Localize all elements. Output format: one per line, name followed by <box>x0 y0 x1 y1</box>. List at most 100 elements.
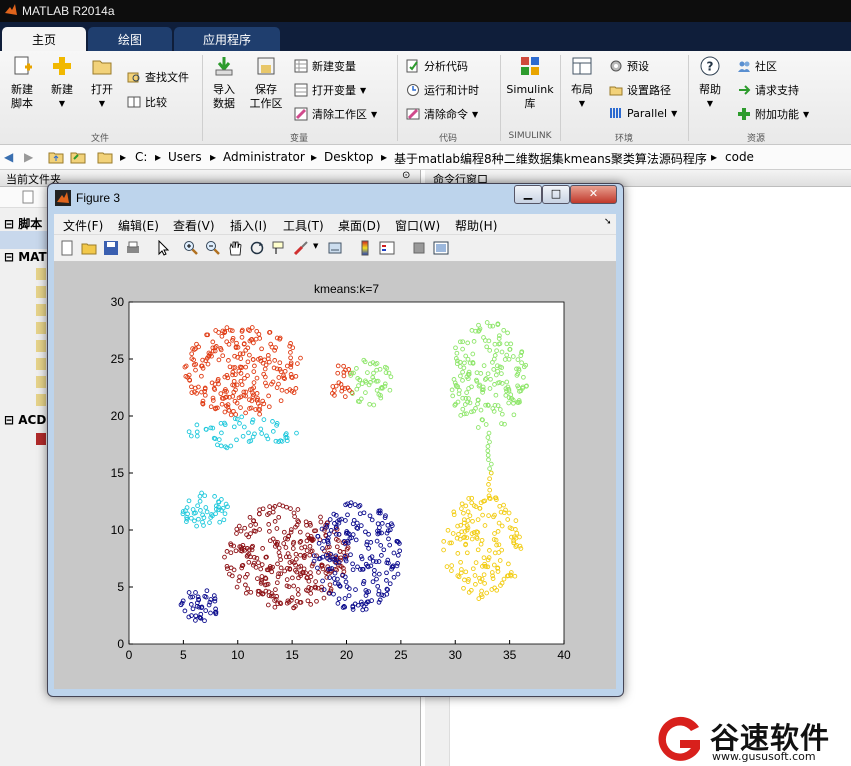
print-icon[interactable] <box>125 240 141 256</box>
menu-insert[interactable]: 插入(I) <box>230 217 267 234</box>
file-list-icons <box>36 268 46 408</box>
brush-icon[interactable] <box>293 240 309 256</box>
menu-desktop[interactable]: 桌面(D) <box>338 217 381 234</box>
open-variable-button[interactable]: 打开变量 ▼ <box>294 82 366 98</box>
new-script-icon <box>14 56 32 75</box>
tree-item-scripts[interactable]: ⊟ 脚本 <box>4 215 42 232</box>
open-button[interactable]: 打开 ▼ <box>84 55 120 111</box>
menu-tools[interactable]: 工具(T) <box>283 217 324 234</box>
x-tick-label: 30 <box>449 648 463 662</box>
menu-file[interactable]: 文件(F) <box>63 217 103 234</box>
brush-dropdown-icon[interactable]: ▼ <box>313 242 318 250</box>
section-resources-label: 资源 <box>746 134 765 144</box>
hide-tools-icon[interactable] <box>411 240 427 256</box>
forward-arrow-icon[interactable]: ▶ <box>24 150 33 164</box>
menu-edit[interactable]: 编辑(E) <box>118 217 159 234</box>
clear-commands-dropdown-icon[interactable]: ▼ <box>472 110 478 119</box>
back-arrow-icon[interactable]: ◀ <box>4 150 13 164</box>
close-button[interactable]: ✕ <box>570 185 617 204</box>
community-button[interactable]: 社区 <box>737 58 777 74</box>
matlab-figure-icon <box>55 190 71 206</box>
selected-row[interactable] <box>0 231 47 249</box>
breadcrumb-project-folder[interactable]: 基于matlab编程8种二维数据集kmeans聚类算法源码程序 <box>394 150 707 167</box>
section-environment-label: 环境 <box>614 134 633 144</box>
clear-workspace-dropdown-icon[interactable]: ▼ <box>371 110 377 119</box>
up-folder-icon[interactable] <box>48 149 64 165</box>
find-files-button[interactable]: 查找文件 <box>127 69 189 85</box>
scatter-plot[interactable]: kmeans:k=7 0 5 10 15 20 25 30 35 40 0 5 10 15 20 25 30 <box>54 262 616 689</box>
preferences-button[interactable]: 预设 <box>609 58 649 74</box>
new-variable-button[interactable]: 新建变量 <box>294 58 356 74</box>
help-button[interactable]: ? 帮助 ▼ <box>692 55 728 111</box>
minimize-button[interactable]: ▁ <box>514 185 542 204</box>
breadcrumb-users[interactable]: Users <box>168 150 202 164</box>
save-workspace-button[interactable]: 保存 工作区 <box>246 55 286 111</box>
new-figure-icon[interactable] <box>59 240 75 256</box>
simulink-library-button[interactable]: Simulink 库 <box>504 55 556 111</box>
dock-icon[interactable] <box>433 240 449 256</box>
zoom-out-icon[interactable] <box>205 240 221 256</box>
chart-title: kmeans:k=7 <box>314 282 379 296</box>
import-data-button[interactable]: 导入 数据 <box>206 55 242 111</box>
set-path-label: 设置路径 <box>627 84 671 97</box>
tab-home[interactable]: 主页 <box>2 27 86 51</box>
clear-commands-icon <box>406 108 420 120</box>
new-dropdown-arrow-icon[interactable]: ▼ <box>44 97 80 111</box>
x-tick-label: 0 <box>126 648 133 662</box>
rotate-icon[interactable] <box>249 240 265 256</box>
breadcrumb-desktop[interactable]: Desktop <box>324 150 374 164</box>
run-and-time-button[interactable]: 运行和计时 <box>406 82 479 98</box>
gear-icon <box>610 60 622 72</box>
breadcrumb-administrator[interactable]: Administrator <box>223 150 305 164</box>
address-bar: ◀ ▶ ▸ C: ▸ Users ▸ Administrator ▸ Deskt… <box>0 145 851 170</box>
add-ons-button[interactable]: 附加功能 ▼ <box>737 106 809 122</box>
open-dropdown-arrow-icon[interactable]: ▼ <box>84 97 120 111</box>
figure-window[interactable]: Figure 3 ▁ □ ✕ 文件(F) 编辑(E) 查看(V) 插入(I) 工… <box>47 183 624 697</box>
compare-label: 比较 <box>145 96 167 109</box>
open-variable-dropdown-icon[interactable]: ▼ <box>360 86 366 95</box>
run-and-time-label: 运行和计时 <box>424 84 479 97</box>
parallel-button[interactable]: Parallel ▼ <box>609 106 677 120</box>
link-icon[interactable] <box>327 240 343 256</box>
new-script-button[interactable]: 新建 脚本 <box>4 55 40 111</box>
save-icon[interactable] <box>103 240 119 256</box>
maximize-button[interactable]: □ <box>542 185 570 204</box>
zoom-in-icon[interactable] <box>183 240 199 256</box>
tree-item-acd[interactable]: ⊟ ACD <box>4 413 46 427</box>
parallel-icon <box>610 108 621 118</box>
parallel-dropdown-icon[interactable]: ▼ <box>671 109 677 118</box>
pointer-icon[interactable] <box>155 240 171 256</box>
new-button[interactable]: 新建 ▼ <box>44 55 80 111</box>
clear-commands-button[interactable]: 清除命令 ▼ <box>406 106 478 122</box>
ribbon-separator <box>202 55 203 141</box>
analyze-code-button[interactable]: 分析代码 <box>406 58 468 74</box>
tab-plots[interactable]: 绘图 <box>88 27 172 51</box>
plus-icon <box>53 57 71 75</box>
matlab-logo-icon <box>5 4 17 15</box>
x-tick-label: 10 <box>231 648 245 662</box>
compare-button[interactable]: 比较 <box>127 94 167 110</box>
x-tick-label: 40 <box>557 648 571 662</box>
layout-dropdown-icon[interactable]: ▼ <box>564 97 600 111</box>
breadcrumb-drive[interactable]: C: <box>135 150 147 164</box>
help-dropdown-icon[interactable]: ▼ <box>692 97 728 111</box>
menu-view[interactable]: 查看(V) <box>173 217 215 234</box>
menu-help[interactable]: 帮助(H) <box>455 217 497 234</box>
data-cursor-icon[interactable] <box>271 240 287 256</box>
request-support-button[interactable]: 请求支持 <box>737 82 799 98</box>
panel-menu-icon[interactable]: ⊙ <box>402 170 410 181</box>
breadcrumb-code[interactable]: code <box>725 150 754 164</box>
tab-apps[interactable]: 应用程序 <box>174 27 280 51</box>
app-title-bar: MATLAB R2014a <box>0 0 851 22</box>
open-file-icon[interactable] <box>81 240 97 256</box>
menu-window[interactable]: 窗口(W) <box>395 217 440 234</box>
pan-icon[interactable] <box>227 240 243 256</box>
dock-arrow-icon[interactable]: ➘ <box>604 217 612 227</box>
add-ons-dropdown-icon[interactable]: ▼ <box>803 110 809 119</box>
layout-button[interactable]: 布局 ▼ <box>564 55 600 111</box>
colorbar-icon[interactable] <box>357 240 373 256</box>
clear-workspace-button[interactable]: 清除工作区 ▼ <box>294 106 377 122</box>
set-path-button[interactable]: 设置路径 <box>609 82 671 98</box>
legend-icon[interactable] <box>379 240 395 256</box>
browse-folder-icon[interactable] <box>70 149 86 165</box>
